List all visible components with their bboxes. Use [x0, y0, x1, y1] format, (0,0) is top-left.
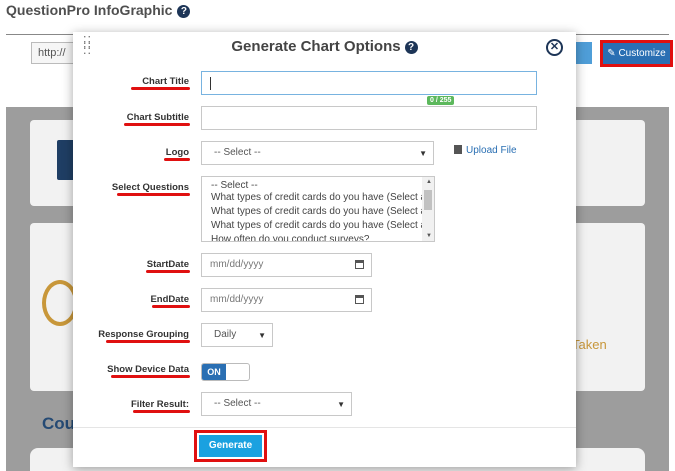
annotation-underline — [133, 410, 190, 413]
char-count-badge: 0 / 255 — [427, 96, 455, 105]
chevron-down-icon: ▼ — [258, 331, 266, 340]
chart-title-label: Chart Title — [142, 76, 189, 87]
scrollbar[interactable]: ▲ ▼ — [422, 177, 434, 241]
app-title: QuestionPro InfoGraphic? — [6, 2, 191, 18]
close-icon[interactable]: ✕ — [546, 39, 563, 56]
start-date-label: StartDate — [146, 259, 189, 270]
help-icon[interactable]: ? — [177, 5, 191, 18]
select-questions-listbox[interactable]: -- Select -- What types of credit cards … — [201, 176, 435, 242]
show-device-data-label: Show Device Data — [107, 364, 189, 375]
text-caret — [210, 77, 211, 90]
annotation-underline — [124, 123, 190, 126]
calendar-icon[interactable] — [355, 260, 364, 269]
list-item[interactable]: What types of credit cards do you have (… — [202, 205, 434, 219]
show-device-data-toggle[interactable]: ON — [201, 363, 250, 381]
chart-title-input[interactable] — [201, 71, 537, 95]
chevron-down-icon: ▼ — [337, 400, 345, 409]
annotation-underline — [152, 305, 190, 308]
calendar-icon[interactable] — [355, 295, 364, 304]
annotation-highlight: Generate — [194, 430, 267, 462]
annotation-underline — [164, 158, 190, 161]
filter-result-label: Filter Result: — [130, 399, 189, 410]
annotation-underline — [111, 375, 190, 378]
scroll-up-icon[interactable]: ▲ — [426, 179, 432, 185]
list-item[interactable]: What types of credit cards do you have (… — [202, 219, 434, 233]
filter-result-select[interactable]: -- Select -- ▼ — [201, 392, 352, 416]
end-date-input[interactable]: mm/dd/yyyy — [201, 288, 372, 312]
help-icon[interactable]: ? — [404, 41, 418, 54]
response-grouping-label: Response Grouping — [98, 329, 189, 340]
scrollbar-thumb[interactable] — [424, 190, 432, 210]
chevron-down-icon: ▼ — [419, 149, 427, 158]
logo-label: Logo — [165, 147, 189, 158]
generate-button[interactable]: Generate — [199, 435, 262, 457]
annotation-underline — [146, 270, 190, 273]
section-title: Cou — [42, 414, 76, 433]
select-questions-label: Select Questions — [111, 182, 189, 193]
list-item[interactable]: -- Select -- — [202, 177, 434, 191]
upload-file-link[interactable]: Upload File — [454, 145, 517, 156]
taken-label: Taken — [572, 337, 607, 352]
toggle-on-label: ON — [202, 364, 226, 380]
scroll-down-icon[interactable]: ▼ — [426, 233, 432, 239]
modal-title: Generate Chart Options? — [73, 38, 576, 55]
start-date-input[interactable]: mm/dd/yyyy — [201, 253, 372, 277]
customize-button[interactable]: ✎ Customize — [600, 40, 673, 67]
logo-select[interactable]: -- Select -- ▼ — [201, 141, 434, 165]
chart-subtitle-input[interactable] — [201, 106, 537, 130]
list-item[interactable]: How often do you conduct surveys? — [202, 233, 434, 241]
list-item[interactable]: What types of credit cards do you have (… — [202, 191, 434, 205]
end-date-label: EndDate — [150, 294, 189, 305]
response-grouping-select[interactable]: Daily ▼ — [201, 323, 273, 347]
generate-chart-options-modal: ⁚⁚ ⁚⁚ ⁚⁚ Generate Chart Options? ✕ Chart T… — [73, 32, 576, 467]
annotation-underline — [106, 340, 190, 343]
chart-subtitle-label: Chart Subtitle — [126, 112, 189, 123]
file-icon — [454, 145, 462, 154]
footer-divider — [73, 427, 576, 428]
annotation-underline — [131, 87, 190, 90]
annotation-underline — [117, 193, 190, 196]
